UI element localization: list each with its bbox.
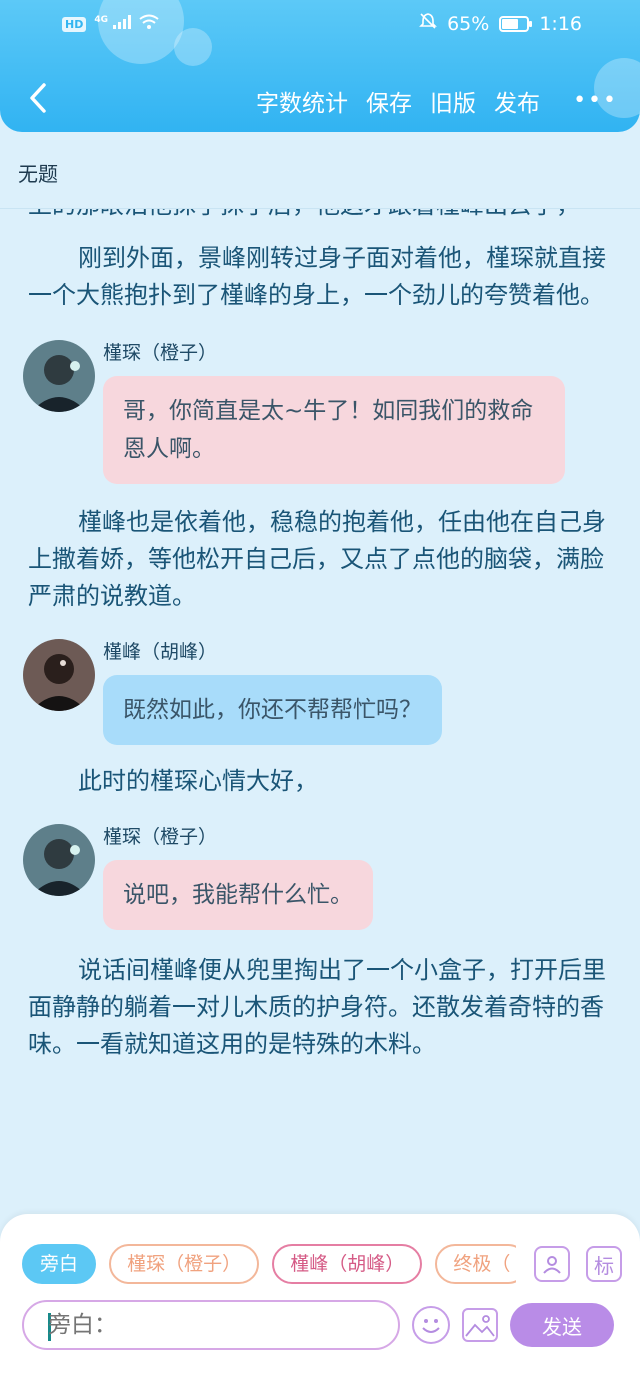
character-button[interactable]: [534, 1246, 570, 1282]
old-version-button[interactable]: 旧版: [430, 84, 476, 118]
chat-bubble: 哥，你简直是太~牛了！如同我们的救命恩人啊。: [103, 376, 565, 484]
signal-icon: 4G: [94, 15, 131, 33]
speaker-name: 槿琛（橙子）: [103, 342, 218, 364]
nav-bar: 字数统计 保存 旧版 发布 •••: [0, 70, 640, 130]
narration-paragraph: 此时的槿琛心情大好，: [78, 767, 318, 795]
role-chip-jinchen[interactable]: 槿琛（橙子）: [109, 1244, 260, 1284]
clock: 1:16: [539, 12, 582, 35]
dialogue-message[interactable]: 槿峰（胡峰） 既然如此，你还不帮帮忙吗？: [0, 639, 640, 745]
back-button[interactable]: [18, 78, 58, 118]
image-icon: [465, 1315, 495, 1337]
mute-bell-icon: [419, 12, 438, 35]
smile-icon: [422, 1319, 440, 1333]
message-input-box[interactable]: [22, 1300, 400, 1350]
chat-bubble: 既然如此，你还不帮帮忙吗？: [103, 675, 442, 745]
speaker-name: 槿琛（橙子）: [103, 826, 218, 848]
status-bar: HD 4G 65% 1:16: [0, 0, 640, 50]
publish-button[interactable]: 发布: [494, 84, 540, 118]
document-title[interactable]: 无题: [18, 158, 58, 187]
app-header: HD 4G 65% 1:16 字数统计 保存 旧版 发布 •••: [0, 0, 640, 132]
word-count-button[interactable]: 字数统计: [256, 84, 348, 118]
role-chip-narration[interactable]: 旁白: [22, 1244, 97, 1284]
narration-paragraph: 刚到外面，景峰刚转过身子面对着他，槿琛就直接一个大熊抱扑到了槿峰的身上，一个劲儿…: [28, 244, 606, 309]
chat-bubble: 说吧，我能帮什么忙。: [103, 860, 373, 930]
avatar: [23, 340, 95, 412]
narration-paragraph: 说话间槿峰便从兜里掏出了一个小盒子，打开后里面静静的躺着一对儿木质的护身符。还散…: [28, 956, 606, 1058]
save-button[interactable]: 保存: [366, 84, 412, 118]
battery-icon: [499, 15, 533, 32]
story-content[interactable]: 上的那眼泪他抹了抹了后，他这才跟着槿峰出去了， 刚到外面，景峰刚转过身子面对着他…: [0, 209, 640, 1214]
emoji-button[interactable]: [412, 1306, 450, 1344]
role-chip-ultimate[interactable]: 终极（: [435, 1244, 516, 1284]
role-chip-jinfeng[interactable]: 槿峰（胡峰）: [272, 1244, 423, 1284]
narration-paragraph: 槿峰也是依着他，稳稳的抱着他，任由他在自己身上撒着娇，等他松开自己后，又点了点他…: [28, 508, 606, 610]
speaker-name: 槿峰（胡峰）: [103, 641, 218, 663]
narration-paragraph: 上的那眼泪他抹了抹了后，他这才跟着槿峰出去了，: [0, 209, 640, 224]
send-button[interactable]: 发送: [510, 1303, 614, 1347]
message-input[interactable]: [48, 1308, 388, 1342]
composer-panel: 旁白 槿琛（橙子） 槿峰（胡峰） 终极（ 标 发送: [0, 1214, 640, 1387]
wifi-icon: [138, 14, 159, 34]
battery-percent: 65%: [447, 12, 490, 35]
status-left: HD 4G: [62, 14, 159, 34]
dialogue-message[interactable]: 槿琛（橙子） 说吧，我能帮什么忙。: [0, 824, 640, 930]
image-button[interactable]: [462, 1308, 498, 1342]
avatar: [23, 639, 95, 711]
more-button[interactable]: •••: [573, 88, 618, 113]
dialogue-message[interactable]: 槿琛（橙子） 哥，你简直是太~牛了！如同我们的救命恩人啊。: [0, 340, 640, 484]
role-selector[interactable]: 旁白 槿琛（橙子） 槿峰（胡峰） 终极（: [22, 1244, 516, 1286]
battery-level: [502, 18, 518, 29]
person-icon: [543, 1256, 561, 1274]
hd-badge: HD: [62, 16, 87, 32]
avatar: [23, 824, 95, 896]
chevron-left-icon: [30, 83, 46, 113]
nav-actions: 字数统计 保存 旧版 发布: [256, 84, 540, 118]
mark-button[interactable]: 标: [586, 1246, 622, 1282]
status-right: 65% 1:16: [419, 12, 582, 35]
